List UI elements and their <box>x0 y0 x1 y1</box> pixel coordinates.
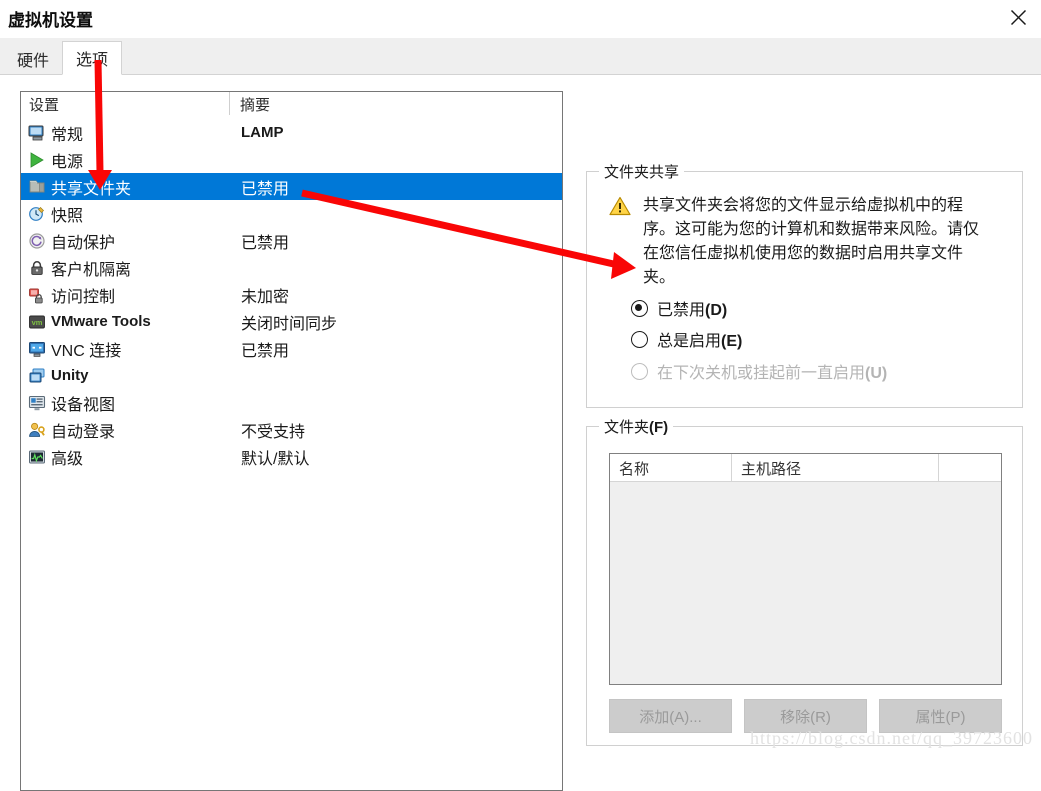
list-item-summary: LAMP <box>241 124 284 141</box>
folders-group: 文件夹(F) 名称 主机路径 添加(A)... 移除(R) 属性(P) <box>586 416 1023 746</box>
folders-table[interactable]: 名称 主机路径 <box>609 453 1002 685</box>
settings-list-panel[interactable]: 设置 摘要 常规 LAMP 电源 共享文件夹 已禁用 快照 自动保护 已禁用 客… <box>20 91 563 791</box>
radio-label: 总是启用(E) <box>657 333 743 350</box>
vmware-tools-icon: vm <box>27 312 47 332</box>
folders-table-body <box>610 482 1001 684</box>
list-item-advanced[interactable]: 高级 默认/默认 <box>21 443 562 470</box>
radio-indicator <box>631 362 648 380</box>
advanced-icon <box>27 447 47 467</box>
list-item-unity[interactable]: Unity <box>21 362 562 389</box>
list-item-shared-folders[interactable]: 共享文件夹 已禁用 <box>21 173 562 200</box>
list-item-label: 电源 <box>51 153 84 171</box>
list-item-summary: 已禁用 <box>241 342 290 360</box>
svg-text:vm: vm <box>32 318 43 327</box>
list-item-summary: 默认/默认 <box>241 450 310 468</box>
folders-table-header: 名称 主机路径 <box>610 454 1001 482</box>
monitor-icon <box>27 123 47 143</box>
list-item-summary: 未加密 <box>241 288 290 306</box>
list-item-guest-isolation[interactable]: 客户机隔离 <box>21 254 562 281</box>
list-item-label: 设备视图 <box>51 396 116 414</box>
list-item-label: 自动保护 <box>51 234 116 252</box>
list-item-label: 自动登录 <box>51 423 116 441</box>
list-item-label: Unity <box>51 367 89 384</box>
tab-options-label: 选项 <box>76 52 109 69</box>
settings-list-rows: 常规 LAMP 电源 共享文件夹 已禁用 快照 自动保护 已禁用 客户机隔离 访… <box>21 119 562 470</box>
lock-icon <box>27 258 47 278</box>
options-page: 设置 摘要 常规 LAMP 电源 共享文件夹 已禁用 快照 自动保护 已禁用 客… <box>0 74 1041 791</box>
radio-label: 在下次关机或挂起前一直启用(U) <box>657 365 888 382</box>
list-item-label: 快照 <box>51 207 84 225</box>
list-item-summary: 不受支持 <box>241 423 306 441</box>
folders-legend: 文件夹(F) <box>599 416 674 437</box>
list-item-summary: 已禁用 <box>241 234 290 252</box>
tab-strip: 硬件 选项 <box>0 38 1041 75</box>
add-folder-button: 添加(A)... <box>609 699 732 733</box>
list-item-label: 共享文件夹 <box>51 180 132 198</box>
list-item-vnc-connection[interactable]: VNC 连接 已禁用 <box>21 335 562 362</box>
radio-sharing-always-enabled[interactable]: 总是启用(E) <box>631 327 742 351</box>
tab-hardware-label: 硬件 <box>17 52 50 70</box>
vnc-icon <box>27 339 47 359</box>
list-item-snapshots[interactable]: 快照 <box>21 200 562 227</box>
list-item-label: 常规 <box>51 126 84 144</box>
radio-sharing-until-next-shutdown: 在下次关机或挂起前一直启用(U) <box>631 359 887 383</box>
radio-sharing-disabled[interactable]: 已禁用(D) <box>631 296 727 320</box>
close-icon <box>1010 9 1027 26</box>
access-control-icon <box>27 285 47 305</box>
list-item-label: 高级 <box>51 450 84 468</box>
radio-indicator <box>631 330 648 348</box>
column-header-summary: 摘要 <box>229 92 270 115</box>
unity-icon <box>27 366 47 386</box>
list-item-summary: 已禁用 <box>241 180 290 198</box>
autoprotect-icon <box>27 231 47 251</box>
folder-sharing-warning-text: 共享文件夹会将您的文件显示给虚拟机中的程序。这可能为您的计算机和数据带来风险。请… <box>643 197 980 286</box>
list-item-general[interactable]: 常规 LAMP <box>21 119 562 146</box>
folder-sharing-legend: 文件夹共享 <box>599 161 685 182</box>
watermark: https://blog.csdn.net/qq_39723600 <box>750 728 1033 748</box>
list-item-device-view[interactable]: 设备视图 <box>21 389 562 416</box>
tab-options[interactable]: 选项 <box>62 41 123 75</box>
radio-indicator <box>631 299 648 317</box>
close-button[interactable] <box>995 0 1041 34</box>
snapshot-icon <box>27 204 47 224</box>
radio-label: 已禁用(D) <box>657 302 728 319</box>
window-title: 虚拟机设置 <box>8 11 93 30</box>
folder-sharing-warning: 共享文件夹会将您的文件显示给虚拟机中的程序。这可能为您的计算机和数据带来风险。请… <box>609 194 994 290</box>
column-header-name[interactable]: 名称 <box>610 454 732 481</box>
device-view-icon <box>27 393 47 413</box>
settings-list-header: 设置 摘要 <box>21 92 562 116</box>
folder-sharing-group: 文件夹共享 共享文件夹会将您的文件显示给虚拟机中的程序。这可能为您的计算机和数据… <box>586 161 1023 408</box>
list-item-vmware-tools[interactable]: vm VMware Tools 关闭时间同步 <box>21 308 562 335</box>
list-item-label: VMware Tools <box>51 313 151 330</box>
list-item-summary: 关闭时间同步 <box>241 315 338 333</box>
list-item-label: 访问控制 <box>51 288 116 306</box>
list-item-power[interactable]: 电源 <box>21 146 562 173</box>
list-item-autoprotect[interactable]: 自动保护 已禁用 <box>21 227 562 254</box>
list-item-label: VNC 连接 <box>51 342 122 360</box>
list-item-label: 客户机隔离 <box>51 261 132 279</box>
column-header-extra[interactable] <box>939 454 1001 481</box>
column-header-host-path[interactable]: 主机路径 <box>732 454 939 481</box>
column-header-settings: 设置 <box>29 97 60 114</box>
power-play-icon <box>27 150 47 170</box>
auto-login-icon <box>27 420 47 440</box>
list-item-access-control[interactable]: 访问控制 未加密 <box>21 281 562 308</box>
warning-triangle-icon <box>609 194 631 290</box>
tab-hardware[interactable]: 硬件 <box>4 43 63 74</box>
shared-folder-icon <box>27 177 47 197</box>
title-bar: 虚拟机设置 <box>0 0 1041 38</box>
list-item-auto-login[interactable]: 自动登录 不受支持 <box>21 416 562 443</box>
